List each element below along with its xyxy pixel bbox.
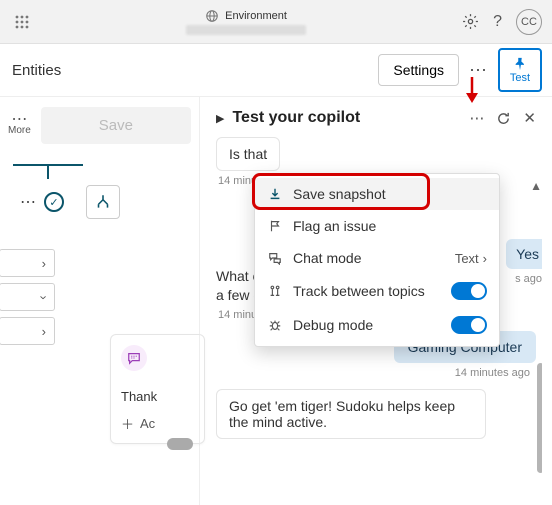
test-button[interactable]: Test	[498, 48, 542, 92]
timestamp-fragment: s ago	[515, 273, 542, 285]
branch-node[interactable]	[86, 185, 120, 219]
toggle-on[interactable]	[451, 316, 487, 334]
add-action-button[interactable]: ＋ Ac	[121, 414, 194, 433]
menu-chat-mode[interactable]: Chat mode Text›	[255, 242, 499, 274]
download-icon	[267, 187, 283, 201]
canvas-more-button[interactable]: ⋯ More	[8, 115, 31, 136]
chevron-right-icon: ›	[483, 251, 487, 266]
environment-label: Environment	[225, 10, 287, 22]
menu-debug-mode[interactable]: Debug mode	[255, 308, 499, 342]
environment-name-blur	[186, 25, 306, 35]
message-icon	[121, 345, 147, 371]
waffle-icon[interactable]	[14, 14, 30, 30]
flag-icon	[267, 219, 283, 233]
bot-message: Go get 'em tiger! Sudoku helps keep the …	[216, 389, 486, 439]
bot-message: Is that	[216, 137, 280, 171]
panel-title: Test your copilot	[232, 109, 461, 127]
canvas-panel: ⋯ More Save ⋯ ✓ › › ›	[0, 97, 200, 505]
page-title: Entities	[10, 62, 160, 79]
node-more-icon[interactable]: ⋯	[20, 192, 36, 212]
close-icon[interactable]: ✕	[523, 109, 536, 127]
chat-icon	[267, 251, 283, 265]
menu-track-topics[interactable]: Track between topics	[255, 274, 499, 308]
toggle-on[interactable]	[451, 282, 487, 300]
flow-connector	[47, 165, 49, 179]
track-icon	[267, 284, 283, 298]
message-node[interactable]: Thank ＋ Ac	[110, 334, 205, 444]
panel-more-button[interactable]: ⋯	[469, 109, 484, 127]
test-panel: ▶ Test your copilot ⋯ ✕ Save snapshot	[200, 97, 552, 505]
horizontal-scrollbar[interactable]	[167, 438, 193, 450]
option-row[interactable]: ›	[0, 317, 55, 345]
menu-flag-issue[interactable]: Flag an issue	[255, 210, 499, 242]
save-button: Save	[41, 107, 191, 144]
option-row[interactable]: ›	[0, 249, 55, 277]
user-reply-fragment: Yes	[506, 239, 542, 269]
environment-indicator[interactable]: Environment	[30, 9, 462, 35]
plus-icon: ＋	[121, 414, 134, 433]
option-row[interactable]: ›	[0, 283, 55, 311]
check-icon: ✓	[44, 192, 64, 212]
bug-icon	[267, 318, 283, 332]
message-text: Thank	[121, 389, 194, 404]
caret-right-icon[interactable]: ▶	[216, 112, 224, 125]
panel-more-menu: Save snapshot Flag an issue Chat mode Te…	[254, 173, 500, 347]
menu-save-snapshot[interactable]: Save snapshot	[255, 178, 499, 210]
gear-icon[interactable]	[462, 13, 479, 30]
avatar[interactable]: CC	[516, 9, 542, 35]
settings-button[interactable]: Settings	[378, 54, 459, 86]
globe-icon	[205, 9, 219, 23]
help-icon[interactable]: ?	[493, 13, 502, 31]
more-actions-button[interactable]: ⋯	[469, 60, 488, 81]
vertical-scrollbar[interactable]	[537, 363, 542, 473]
scroll-up-icon[interactable]: ▲	[530, 179, 542, 193]
pin-icon	[513, 57, 527, 71]
refresh-icon[interactable]	[496, 111, 511, 126]
timestamp: 14 minutes ago	[218, 367, 530, 379]
